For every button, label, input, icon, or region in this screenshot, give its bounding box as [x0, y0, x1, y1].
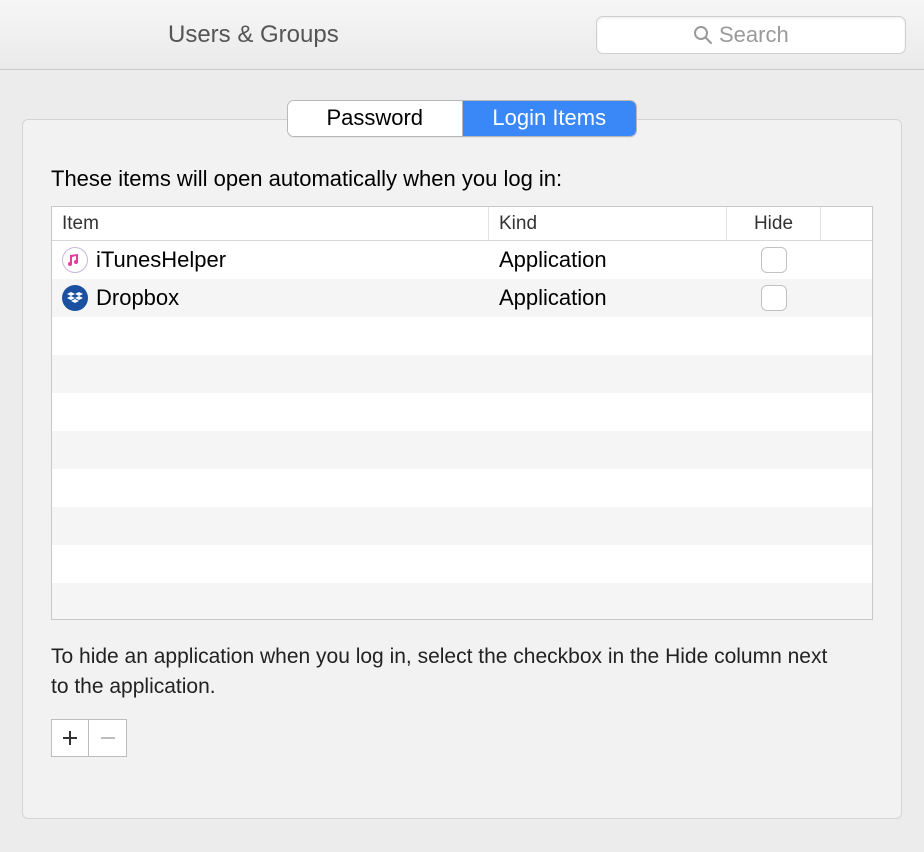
- panel-description: These items will open automatically when…: [51, 166, 873, 192]
- tab-login-items[interactable]: Login Items: [462, 101, 637, 136]
- hide-checkbox[interactable]: [761, 285, 787, 311]
- table-row-empty: .: [52, 431, 872, 469]
- itunes-icon: [62, 247, 88, 273]
- table-header: Item Kind Hide: [52, 207, 872, 241]
- table-row-empty: .: [52, 355, 872, 393]
- table-row[interactable]: iTunesHelper Application: [52, 241, 872, 279]
- column-header-kind[interactable]: Kind: [489, 207, 727, 240]
- table-row-empty: .: [52, 583, 872, 619]
- add-button[interactable]: [51, 719, 89, 757]
- minus-icon: [100, 730, 116, 746]
- tabs: Password Login Items: [287, 100, 637, 137]
- table-row-empty: .: [52, 469, 872, 507]
- window-title: Users & Groups: [168, 21, 339, 49]
- column-header-hide[interactable]: Hide: [727, 207, 821, 240]
- item-name: Dropbox: [96, 285, 179, 311]
- add-remove-buttons: [51, 719, 873, 757]
- dropbox-icon: [62, 285, 88, 311]
- column-header-item[interactable]: Item: [52, 207, 489, 240]
- hide-checkbox[interactable]: [761, 247, 787, 273]
- hint-text: To hide an application when you log in, …: [51, 642, 831, 703]
- item-name: iTunesHelper: [96, 247, 226, 273]
- table-row-empty: .: [52, 545, 872, 583]
- item-kind: Application: [489, 247, 727, 273]
- table-body: iTunesHelper Application Dropbox Applica…: [52, 241, 872, 619]
- table-row-empty: .: [52, 393, 872, 431]
- table-row-empty: .: [52, 507, 872, 545]
- login-items-panel: These items will open automatically when…: [22, 119, 902, 819]
- column-header-spacer: [821, 207, 872, 240]
- search-field[interactable]: [596, 16, 906, 54]
- table-row-empty: .: [52, 317, 872, 355]
- tab-password[interactable]: Password: [288, 101, 462, 136]
- login-items-table: Item Kind Hide iTunesHelper Application: [51, 206, 873, 620]
- toolbar: Users & Groups: [0, 0, 924, 70]
- search-input[interactable]: [719, 22, 809, 48]
- plus-icon: [62, 730, 78, 746]
- remove-button[interactable]: [89, 719, 127, 757]
- table-row[interactable]: Dropbox Application: [52, 279, 872, 317]
- item-kind: Application: [489, 285, 727, 311]
- search-icon: [693, 25, 713, 45]
